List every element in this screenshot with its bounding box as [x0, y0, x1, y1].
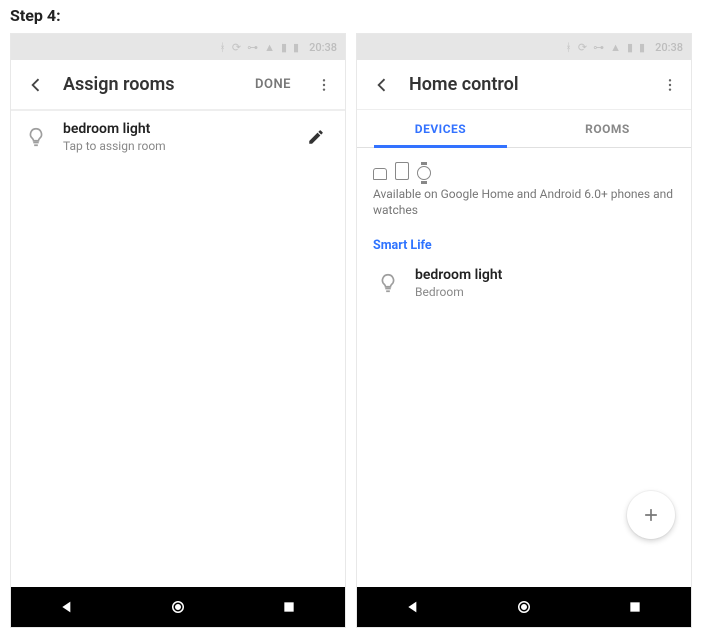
arrow-left-icon [372, 75, 392, 95]
tab-rooms[interactable]: ROOMS [524, 110, 691, 147]
pencil-icon [307, 128, 325, 146]
nav-home-button[interactable] [497, 593, 551, 621]
battery-icon: ▮ [639, 41, 645, 54]
android-navbar [11, 587, 345, 627]
service-header: Smart Life [357, 222, 691, 257]
edit-button[interactable] [301, 122, 331, 152]
sync-icon: ⟳ [578, 41, 587, 54]
bluetooth-icon: ᚼ [565, 41, 572, 54]
screen-title: Home control [409, 74, 647, 95]
lightbulb-icon [21, 122, 51, 152]
vpn-icon: ⊶ [247, 41, 258, 54]
speaker-icon [373, 168, 387, 180]
status-bar: ᚼ ⟳ ⊶ ▲ ▮ ▮ 20:38 [11, 34, 345, 60]
device-row[interactable]: bedroom light Bedroom [357, 257, 691, 309]
bluetooth-icon: ᚼ [219, 41, 226, 54]
device-subtext: Tap to assign room [63, 139, 289, 153]
wifi-icon: ▲ [264, 41, 275, 54]
screen-title: Assign rooms [63, 74, 235, 95]
sync-icon: ⟳ [232, 41, 241, 54]
screenshot-assign-rooms: ᚼ ⟳ ⊶ ▲ ▮ ▮ 20:38 Assign rooms DONE [10, 33, 346, 628]
device-name: bedroom light [63, 121, 289, 137]
nav-back-button[interactable] [386, 593, 440, 621]
done-button[interactable]: DONE [245, 71, 301, 98]
status-bar: ᚼ ⟳ ⊶ ▲ ▮ ▮ 20:38 [357, 34, 691, 60]
app-bar: Assign rooms DONE [11, 60, 345, 110]
android-navbar [357, 587, 691, 627]
availability-section: Available on Google Home and Android 6.0… [357, 148, 691, 222]
step-label: Step 4: [0, 0, 704, 33]
battery-icon: ▮ [293, 41, 299, 54]
device-name: bedroom light [415, 267, 677, 283]
nav-home-button[interactable] [151, 593, 205, 621]
content-area: Available on Google Home and Android 6.0… [357, 148, 691, 587]
nav-back-icon [59, 599, 75, 615]
wifi-icon: ▲ [610, 41, 621, 54]
phone-icon [395, 162, 409, 180]
lightbulb-icon [373, 268, 403, 298]
screenshot-home-control: ᚼ ⟳ ⊶ ▲ ▮ ▮ 20:38 Home control DEVICES R… [356, 33, 692, 628]
overflow-menu-button[interactable] [311, 68, 337, 102]
nav-recents-button[interactable] [262, 593, 316, 621]
device-type-icons [373, 162, 675, 186]
availability-text: Available on Google Home and Android 6.0… [373, 186, 675, 218]
more-vert-icon [662, 77, 678, 93]
plus-icon [641, 505, 661, 525]
signal-icon: ▮ [281, 41, 287, 54]
back-button[interactable] [365, 68, 399, 102]
overflow-menu-button[interactable] [657, 68, 683, 102]
content-area: bedroom light Tap to assign room [11, 111, 345, 587]
nav-home-icon [515, 598, 533, 616]
nav-recents-icon [282, 600, 296, 614]
vpn-icon: ⊶ [593, 41, 604, 54]
nav-back-button[interactable] [40, 593, 94, 621]
app-bar: Home control [357, 60, 691, 110]
arrow-left-icon [26, 75, 46, 95]
device-room: Bedroom [415, 285, 677, 299]
device-row[interactable]: bedroom light Tap to assign room [11, 111, 345, 163]
status-time: 20:38 [655, 41, 683, 54]
nav-home-icon [169, 598, 187, 616]
tab-bar: DEVICES ROOMS [357, 110, 691, 148]
tab-devices[interactable]: DEVICES [357, 110, 524, 147]
add-device-fab[interactable] [627, 491, 675, 539]
back-button[interactable] [19, 68, 53, 102]
nav-recents-button[interactable] [608, 593, 662, 621]
watch-icon [417, 166, 431, 180]
more-vert-icon [316, 77, 332, 93]
status-time: 20:38 [309, 41, 337, 54]
nav-back-icon [405, 599, 421, 615]
signal-icon: ▮ [627, 41, 633, 54]
nav-recents-icon [628, 600, 642, 614]
